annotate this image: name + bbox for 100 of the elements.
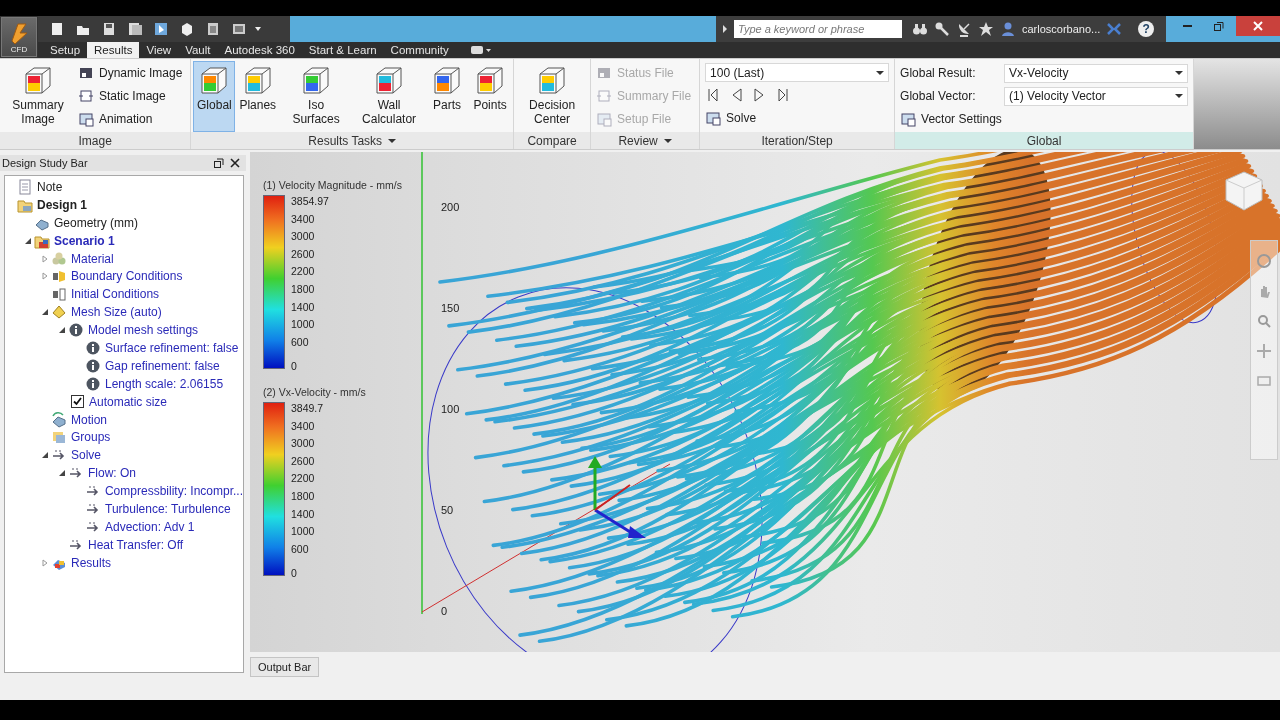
expanded-icon[interactable] <box>58 326 66 335</box>
ribbon-button[interactable]: Vector Settings <box>900 109 1189 129</box>
application-menu-button[interactable]: CFD <box>1 17 37 57</box>
initial-conditions-icon <box>51 286 67 303</box>
ribbon-tab[interactable]: View <box>139 42 179 58</box>
iteration-dropdown[interactable]: 100 (Last) <box>705 63 890 82</box>
axis-label: 200 <box>441 201 460 213</box>
result-dropdown[interactable]: (1) Velocity Vector <box>1004 86 1189 106</box>
collapsed-icon[interactable] <box>41 558 49 567</box>
ribbon-button[interactable]: Decision Center <box>516 61 589 132</box>
ribbon-button[interactable]: Summary Image <box>2 61 74 132</box>
close-icon[interactable] <box>230 158 240 168</box>
tree-item[interactable]: Scenario 1 <box>54 233 115 248</box>
tree-item[interactable]: Boundary Conditions <box>71 269 183 284</box>
restore-icon <box>1213 20 1225 32</box>
ribbon-tab[interactable]: Community <box>383 42 456 58</box>
tree-item[interactable]: Motion <box>71 412 108 427</box>
binoculars-icon[interactable] <box>912 21 928 37</box>
collapsed-icon[interactable] <box>41 272 49 281</box>
ribbon-tab[interactable]: Setup <box>43 42 88 58</box>
viewport[interactable]: (1) Velocity Magnitude - mm/s 3854.97 3400 3000 2600 2200 1800 1400 1000 600 0 (2) Vx-Velocity - mm/s 3849.7 3400 3000 2600 2200 1800 1400 1000 600 0 200 150 100 50 0 <box>250 152 1280 652</box>
new-file-icon[interactable] <box>49 21 65 37</box>
user-name[interactable]: carloscorbano... <box>1022 23 1101 35</box>
tree-item[interactable]: Geometry (mm) <box>54 215 138 230</box>
tree-item[interactable]: Groups <box>71 430 111 445</box>
tree-item[interactable]: Automatic size <box>89 394 168 409</box>
checkbox[interactable] <box>71 395 84 409</box>
caret-icon <box>663 136 672 145</box>
legend-value: 3000 <box>291 436 316 452</box>
display-menu-icon[interactable] <box>469 44 492 56</box>
expanded-icon[interactable] <box>41 308 49 317</box>
ribbon-tab[interactable]: Autodesk 360 <box>217 42 302 58</box>
tree-item[interactable]: Length scale: 2.06155 <box>105 376 224 391</box>
expanded-icon[interactable] <box>24 236 32 245</box>
tree-item[interactable]: Gap refinement: false <box>105 358 220 373</box>
expanded-icon[interactable] <box>58 469 66 478</box>
window-icon[interactable] <box>231 21 247 37</box>
tree-item[interactable]: Initial Conditions <box>71 287 160 302</box>
legend-value: 1400 <box>291 299 316 315</box>
legend-value: 1000 <box>291 317 316 333</box>
legend-value: 1800 <box>291 488 316 504</box>
user-icon[interactable] <box>1000 21 1016 37</box>
tree-item[interactable]: Surface refinement: false <box>105 340 239 355</box>
satellite-dish-icon[interactable] <box>956 21 972 37</box>
tree-item[interactable]: Note <box>37 179 63 194</box>
cube-icon[interactable] <box>179 21 195 37</box>
collapsed-icon[interactable] <box>41 254 49 263</box>
small-tool-icon <box>705 110 722 126</box>
ribbon-button[interactable]: Points <box>469 61 512 132</box>
small-tool-icon <box>900 111 917 127</box>
tree-item[interactable]: Solve <box>71 448 102 463</box>
legend-value: 600 <box>291 334 310 350</box>
tree-item[interactable]: Compressbility: Incompr... <box>104 484 243 499</box>
result-dropdown[interactable]: Vx-Velocity <box>1004 63 1189 83</box>
legend-value: 3849.7 <box>291 401 324 416</box>
tree-item[interactable]: Turbulence: Turbulence <box>105 501 231 516</box>
ribbon-tab[interactable]: Results <box>87 42 140 58</box>
ribbon-button[interactable]: Dynamic Image <box>78 63 186 83</box>
search-field[interactable]: Type a keyword or phrase <box>734 20 902 38</box>
save-all-icon[interactable] <box>127 21 143 37</box>
ribbon-button[interactable]: Static Image <box>78 86 186 106</box>
groups-icon <box>51 429 67 446</box>
axis-label: 150 <box>441 302 460 314</box>
save-icon[interactable] <box>101 21 117 37</box>
ribbon-button[interactable]: Global <box>193 61 236 132</box>
tree-item[interactable]: Advection: Adv 1 <box>105 519 195 534</box>
tree-item[interactable]: Flow: On <box>88 466 136 481</box>
small-tool-icon <box>596 111 613 127</box>
axis-label: 100 <box>441 403 460 415</box>
tree-item[interactable]: Mesh Size (auto) <box>71 305 162 320</box>
legend-value: 3400 <box>291 211 316 227</box>
ribbon-button[interactable]: Solve <box>705 108 890 128</box>
group-label[interactable]: Results Tasks <box>191 132 514 149</box>
legend-title: (2) Vx-Velocity - mm/s <box>263 386 366 398</box>
restore-icon[interactable] <box>214 158 224 168</box>
ribbon-button[interactable]: Wall Calculator <box>353 61 426 132</box>
boundary-icon <box>51 268 67 285</box>
output-bar-tab[interactable]: Output Bar <box>250 657 320 677</box>
tree-item[interactable]: Model mesh settings <box>88 323 199 338</box>
tree-item[interactable]: Material <box>71 251 114 266</box>
ribbon-button[interactable]: Planes <box>236 61 280 132</box>
caret-icon <box>1175 92 1184 100</box>
close-button[interactable] <box>1236 16 1280 36</box>
ribbon-button[interactable]: Parts <box>426 61 469 132</box>
panel-title: Design Study Bar <box>2 157 89 169</box>
small-tool-icon <box>78 111 94 127</box>
group-label[interactable]: Review <box>591 132 700 149</box>
legend-value: 2600 <box>291 453 316 469</box>
info-icon <box>85 375 101 392</box>
ribbon-button[interactable]: Animation <box>78 109 186 129</box>
tree-item[interactable]: Heat Transfer: Off <box>88 537 184 552</box>
tree-item[interactable]: Design 1 <box>37 197 87 212</box>
ribbon-button[interactable]: Iso Surfaces <box>280 61 353 132</box>
tree-item[interactable]: Results <box>71 555 111 570</box>
expanded-icon[interactable] <box>41 451 49 460</box>
help-button[interactable]: ? <box>1138 21 1155 37</box>
ribbon-tab[interactable]: Start & Learn <box>301 42 384 58</box>
ribbon-tab[interactable]: Vault <box>178 42 218 58</box>
star-icon[interactable] <box>978 21 994 37</box>
document-icon[interactable] <box>205 21 221 37</box>
